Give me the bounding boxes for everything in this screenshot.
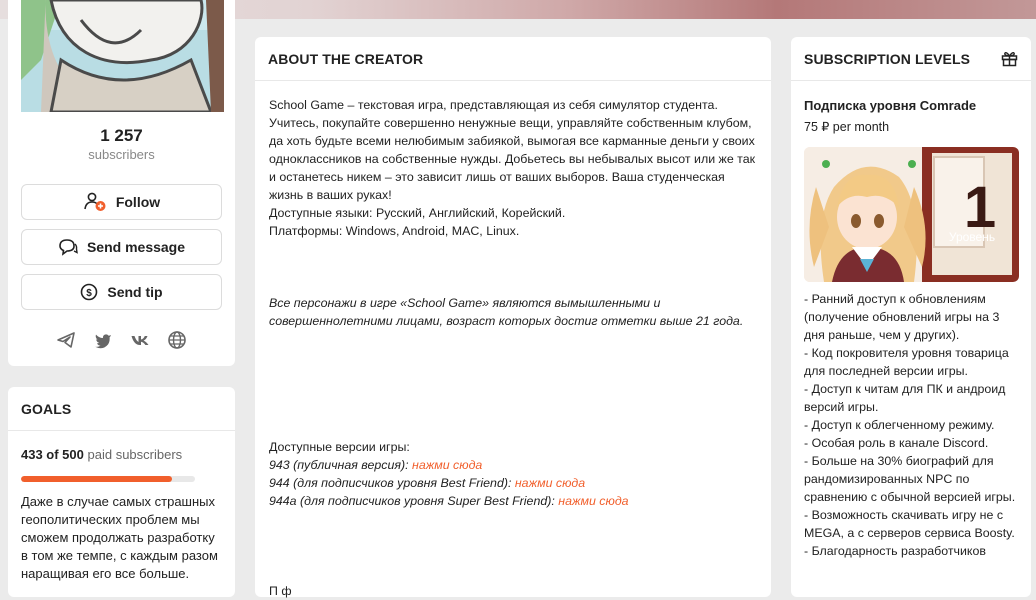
about-title: ABOUT THE CREATOR — [268, 51, 424, 67]
tier-price: 75 ₽ per month — [804, 120, 890, 134]
about-disclaimer: Все персонажи в игре «School Game» являю… — [269, 296, 744, 328]
profile-card: 1 257 subscribers Follow Send message $ — [8, 0, 235, 366]
about-platforms: Платформы: Windows, Android, MAC, Linux. — [269, 224, 520, 238]
goal-progress-fill — [21, 476, 172, 482]
avatar — [21, 0, 224, 112]
send-message-label: Send message — [86, 239, 186, 255]
version-label: 944a (для подписчиков уровня Super Best … — [269, 494, 555, 508]
subscriber-count: 1 257 — [100, 126, 143, 145]
globe-icon[interactable] — [167, 330, 187, 350]
tier-perk-item: - Код покровителя уровня товарица для по… — [804, 346, 1009, 378]
subscription-divider — [791, 80, 1031, 81]
vk-icon[interactable] — [130, 330, 150, 350]
send-tip-button[interactable]: $ Send tip — [21, 274, 222, 310]
tier-perk-item: - Возможность скачивать игру не с MEGA, … — [804, 508, 1015, 540]
tier-perk-item: - Благодарность разработчиков — [804, 544, 986, 558]
chat-icon — [58, 238, 78, 256]
goal-unit: paid subscribers — [87, 447, 183, 462]
send-tip-label: Send tip — [107, 284, 163, 300]
tier-perk-item: - Особая роль в канале Discord. — [804, 436, 989, 450]
send-message-button[interactable]: Send message — [21, 229, 222, 265]
about-description: School Game – текстовая игра, представля… — [269, 98, 756, 202]
version-download-link[interactable]: нажми сюда — [412, 458, 482, 472]
tier-name: Подписка уровня Comrade — [804, 98, 977, 113]
goals-card: GOALS 433 of 500 paid subscribers Даже в… — [8, 387, 235, 597]
version-download-link[interactable]: нажми сюда — [558, 494, 628, 508]
tier-cover-image: 1 Уровень — [804, 147, 1019, 282]
subscriber-label: subscribers — [88, 147, 155, 162]
tier-perk-item: - Доступ к читам для ПК и андроид версий… — [804, 382, 1006, 414]
version-download-link[interactable]: нажми сюда — [515, 476, 585, 490]
social-links — [8, 330, 235, 350]
tier-perks-list: - Ранний доступ к обновлениям (получение… — [804, 290, 1016, 560]
telegram-icon[interactable] — [56, 330, 76, 350]
about-creator-card: ABOUT THE CREATOR School Game – текстова… — [255, 37, 771, 600]
coin-icon: $ — [80, 283, 98, 301]
versions-title: Доступные версии игры: — [269, 440, 410, 454]
tier-badge-text: Уровень — [949, 230, 995, 244]
gift-icon[interactable] — [1001, 50, 1018, 67]
goal-progress-bar — [21, 476, 195, 482]
tier-perk-item: - Ранний доступ к обновлениям (получение… — [804, 292, 1000, 342]
goal-current: 433 of 500 — [21, 447, 84, 462]
version-label: 943 (публичная версия): — [269, 458, 409, 472]
svg-text:$: $ — [87, 288, 93, 299]
about-text: School Game – текстовая игра, представля… — [269, 96, 759, 600]
about-cut-text: П ф — [269, 584, 292, 598]
subscription-title: SUBSCRIPTION LEVELS — [804, 51, 971, 67]
twitter-icon[interactable] — [93, 330, 113, 350]
goals-title: GOALS — [21, 401, 72, 417]
add-user-icon — [83, 192, 107, 212]
version-item: 943 (публичная версия): нажми сюда — [269, 456, 759, 474]
follow-button[interactable]: Follow — [21, 184, 222, 220]
tier-perk-item: - Доступ к облегченному режиму. — [804, 418, 995, 432]
subscription-levels-card: SUBSCRIPTION LEVELS Подписка уровня Comr… — [791, 37, 1031, 597]
follow-label: Follow — [115, 194, 161, 210]
goals-divider — [8, 430, 235, 431]
version-label: 944 (для подписчиков уровня Best Friend)… — [269, 476, 512, 490]
version-item: 944 (для подписчиков уровня Best Friend)… — [269, 474, 759, 492]
about-divider — [255, 80, 771, 81]
goal-progress-text: 433 of 500 paid subscribers — [21, 447, 182, 462]
goal-description: Даже в случае самых страшных геополитиче… — [21, 494, 218, 581]
about-languages: Доступные языки: Русский, Английский, Ко… — [269, 206, 566, 220]
tier-perk-item: - Больше на 30% биографий для рандомизир… — [804, 454, 1016, 504]
version-item: 944a (для подписчиков уровня Super Best … — [269, 492, 759, 510]
